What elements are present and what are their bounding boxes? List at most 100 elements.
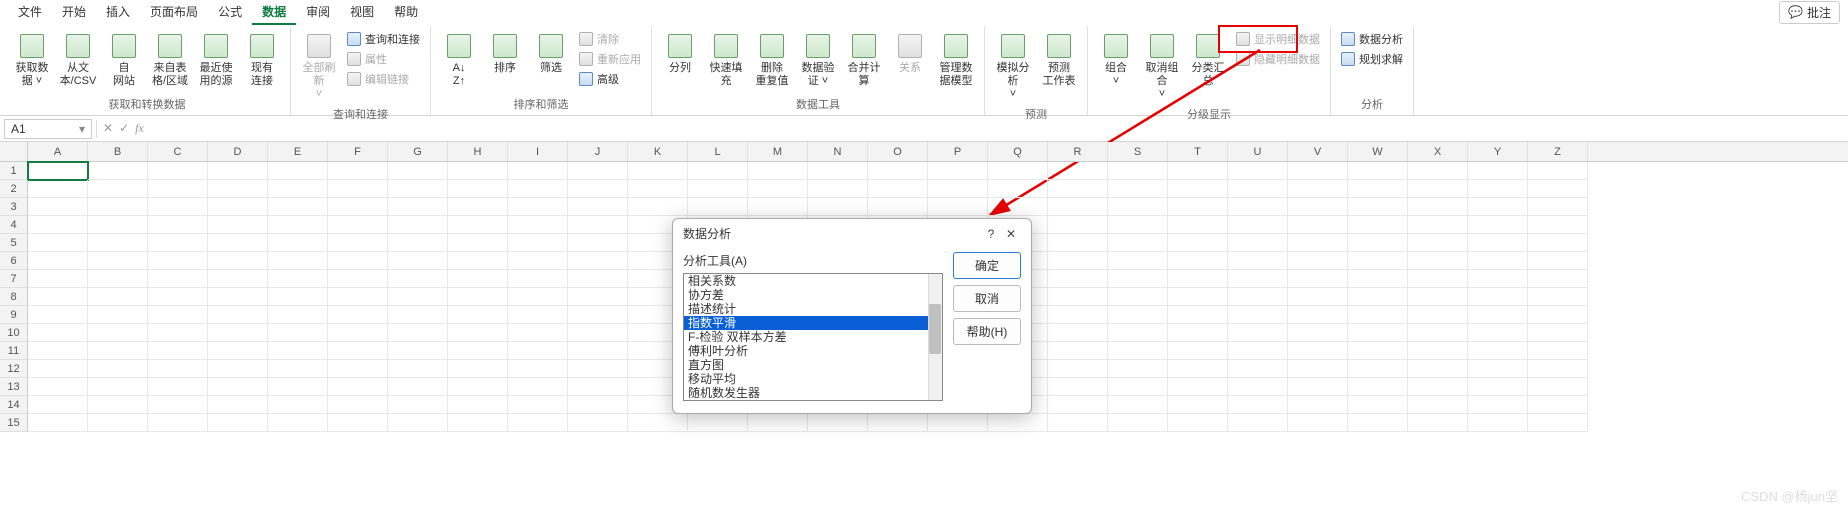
cell-U1[interactable] xyxy=(1228,162,1288,180)
cell-S2[interactable] xyxy=(1108,180,1168,198)
cell-X5[interactable] xyxy=(1408,234,1468,252)
cell-F11[interactable] xyxy=(328,342,388,360)
cell-I7[interactable] xyxy=(508,270,568,288)
cell-W10[interactable] xyxy=(1348,324,1408,342)
cell-T10[interactable] xyxy=(1168,324,1228,342)
col-header-J[interactable]: J xyxy=(568,142,628,161)
cell-R9[interactable] xyxy=(1048,306,1108,324)
cell-Z15[interactable] xyxy=(1528,414,1588,432)
cell-Y13[interactable] xyxy=(1468,378,1528,396)
col-header-I[interactable]: I xyxy=(508,142,568,161)
cell-T6[interactable] xyxy=(1168,252,1228,270)
cell-W4[interactable] xyxy=(1348,216,1408,234)
cell-R14[interactable] xyxy=(1048,396,1108,414)
cell-R11[interactable] xyxy=(1048,342,1108,360)
cell-C3[interactable] xyxy=(148,198,208,216)
cell-F9[interactable] xyxy=(328,306,388,324)
cell-X13[interactable] xyxy=(1408,378,1468,396)
cell-S9[interactable] xyxy=(1108,306,1168,324)
cell-W15[interactable] xyxy=(1348,414,1408,432)
cell-C10[interactable] xyxy=(148,324,208,342)
cell-X8[interactable] xyxy=(1408,288,1468,306)
cell-V14[interactable] xyxy=(1288,396,1348,414)
row-header-4[interactable]: 4 xyxy=(0,216,28,234)
menu-数据[interactable]: 数据 xyxy=(252,0,296,25)
col-header-S[interactable]: S xyxy=(1108,142,1168,161)
cell-I2[interactable] xyxy=(508,180,568,198)
data-val-button[interactable]: 数据验证 ˅ xyxy=(796,30,840,90)
cell-Q15[interactable] xyxy=(988,414,1048,432)
cell-J15[interactable] xyxy=(568,414,628,432)
cell-D11[interactable] xyxy=(208,342,268,360)
cell-G14[interactable] xyxy=(388,396,448,414)
cell-D1[interactable] xyxy=(208,162,268,180)
cell-F4[interactable] xyxy=(328,216,388,234)
cell-W11[interactable] xyxy=(1348,342,1408,360)
cell-T9[interactable] xyxy=(1168,306,1228,324)
cell-V10[interactable] xyxy=(1288,324,1348,342)
cell-R10[interactable] xyxy=(1048,324,1108,342)
cell-F7[interactable] xyxy=(328,270,388,288)
row-header-14[interactable]: 14 xyxy=(0,396,28,414)
cell-R12[interactable] xyxy=(1048,360,1108,378)
cell-S10[interactable] xyxy=(1108,324,1168,342)
cell-I10[interactable] xyxy=(508,324,568,342)
cell-F1[interactable] xyxy=(328,162,388,180)
cell-J5[interactable] xyxy=(568,234,628,252)
cell-C12[interactable] xyxy=(148,360,208,378)
cell-Q3[interactable] xyxy=(988,198,1048,216)
get-data-button[interactable]: 获取数据 ˅ xyxy=(10,30,54,90)
cell-E11[interactable] xyxy=(268,342,328,360)
list-item[interactable]: 相关系数 xyxy=(684,274,942,288)
cell-R15[interactable] xyxy=(1048,414,1108,432)
cell-S6[interactable] xyxy=(1108,252,1168,270)
comment-button[interactable]: 💬 批注 xyxy=(1779,1,1840,24)
cell-T2[interactable] xyxy=(1168,180,1228,198)
row-header-12[interactable]: 12 xyxy=(0,360,28,378)
cell-H1[interactable] xyxy=(448,162,508,180)
col-header-W[interactable]: W xyxy=(1348,142,1408,161)
cell-X12[interactable] xyxy=(1408,360,1468,378)
cell-J11[interactable] xyxy=(568,342,628,360)
scrollbar-thumb[interactable] xyxy=(929,304,941,354)
cell-J2[interactable] xyxy=(568,180,628,198)
cell-N2[interactable] xyxy=(808,180,868,198)
from-web-button[interactable]: 自网站 xyxy=(102,30,146,90)
cell-D13[interactable] xyxy=(208,378,268,396)
row-header-7[interactable]: 7 xyxy=(0,270,28,288)
cell-X9[interactable] xyxy=(1408,306,1468,324)
help-button[interactable]: 帮助(H) xyxy=(953,318,1021,345)
cell-S14[interactable] xyxy=(1108,396,1168,414)
cell-F10[interactable] xyxy=(328,324,388,342)
list-item[interactable]: 直方图 xyxy=(684,358,942,372)
cell-I9[interactable] xyxy=(508,306,568,324)
cell-A6[interactable] xyxy=(28,252,88,270)
menu-文件[interactable]: 文件 xyxy=(8,0,52,25)
cell-E10[interactable] xyxy=(268,324,328,342)
remove-dup-button[interactable]: 删除重复值 xyxy=(750,30,794,90)
col-header-A[interactable]: A xyxy=(28,142,88,161)
col-header-Q[interactable]: Q xyxy=(988,142,1048,161)
cell-M1[interactable] xyxy=(748,162,808,180)
cell-C13[interactable] xyxy=(148,378,208,396)
cell-R3[interactable] xyxy=(1048,198,1108,216)
queries-button[interactable]: 查询和连接 xyxy=(343,30,424,48)
cell-H9[interactable] xyxy=(448,306,508,324)
col-header-F[interactable]: F xyxy=(328,142,388,161)
cell-W7[interactable] xyxy=(1348,270,1408,288)
cell-R13[interactable] xyxy=(1048,378,1108,396)
cell-T7[interactable] xyxy=(1168,270,1228,288)
enter-icon[interactable]: ✓ xyxy=(119,121,129,136)
cell-R2[interactable] xyxy=(1048,180,1108,198)
cell-T14[interactable] xyxy=(1168,396,1228,414)
existing-button[interactable]: 现有连接 xyxy=(240,30,284,90)
cell-V15[interactable] xyxy=(1288,414,1348,432)
cell-U15[interactable] xyxy=(1228,414,1288,432)
fx-icon[interactable]: fx xyxy=(135,121,144,136)
cell-B8[interactable] xyxy=(88,288,148,306)
cell-S15[interactable] xyxy=(1108,414,1168,432)
cell-R7[interactable] xyxy=(1048,270,1108,288)
col-header-H[interactable]: H xyxy=(448,142,508,161)
cell-U10[interactable] xyxy=(1228,324,1288,342)
cell-T13[interactable] xyxy=(1168,378,1228,396)
